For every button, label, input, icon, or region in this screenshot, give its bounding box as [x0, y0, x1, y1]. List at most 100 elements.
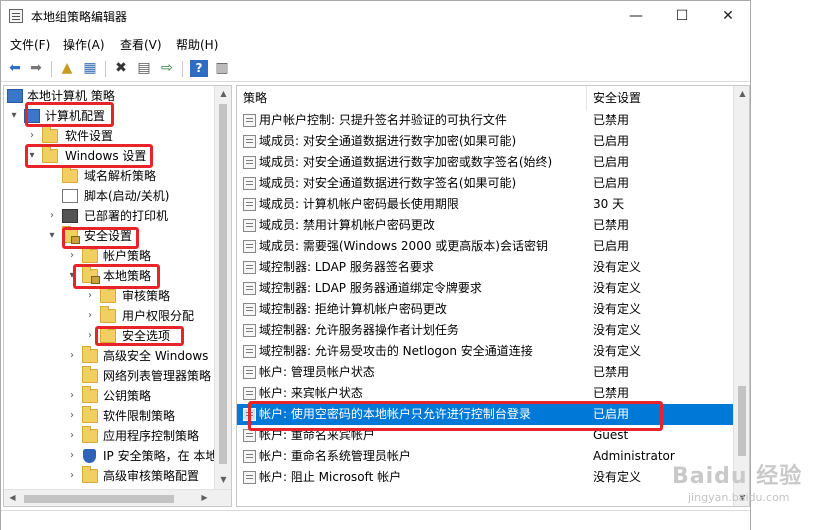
menu-action[interactable]: 操作(A)	[63, 36, 105, 53]
tree-item-label: IP 安全策略，在 本地	[103, 449, 218, 463]
policy-name: 帐户: 重命名系统管理员帐户	[259, 449, 411, 463]
forward-arrow-icon[interactable]: ➡	[27, 60, 45, 77]
policy-row[interactable]: 域控制器: LDAP 服务器通道绑定令牌要求 没有定义	[237, 278, 735, 299]
policy-row[interactable]: 域控制器: 拒绝计算机帐户密码更改 没有定义	[237, 299, 735, 320]
minimize-button[interactable]: —	[613, 1, 659, 31]
policy-row[interactable]: 域控制器: 允许易受攻击的 Netlogon 安全通道连接 没有定义	[237, 341, 735, 362]
policy-name: 帐户: 阻止 Microsoft 帐户	[259, 470, 402, 484]
scroll-up-icon[interactable]: ▲	[215, 86, 231, 102]
chevron-down-icon[interactable]: ▾	[46, 226, 58, 246]
policy-icon	[243, 282, 256, 295]
policy-setting: Guest	[593, 428, 629, 442]
export-list-icon[interactable]: ⇨	[158, 60, 176, 77]
policy-name: 域成员: 对安全通道数据进行数字加密(如果可能)	[259, 134, 517, 148]
policy-row[interactable]: 域成员: 对安全通道数据进行数字签名(如果可能) 已启用	[237, 173, 735, 194]
toolbar: ⬅ ➡ ▲ ▦ ✖ ▤ ⇨ ? ▥	[1, 56, 750, 82]
toolbar-separator	[51, 61, 52, 77]
view-icon[interactable]: ▥	[213, 60, 231, 77]
policy-row[interactable]: 域控制器: 允许服务器操作者计划任务 没有定义	[237, 320, 735, 341]
chevron-down-icon[interactable]: ▾	[26, 146, 38, 166]
policy-row[interactable]: 域成员: 禁用计算机帐户密码更改 已禁用	[237, 215, 735, 236]
policy-icon	[243, 429, 256, 442]
tree-item-label: 域名解析策略	[84, 169, 157, 183]
policy-row[interactable]: 域控制器: LDAP 服务器签名要求 没有定义	[237, 257, 735, 278]
policy-icon	[243, 303, 256, 316]
policy-setting: 没有定义	[593, 344, 642, 358]
tree-horizontal-scrollbar[interactable]: ◀ ▶	[4, 489, 231, 506]
scroll-thumb[interactable]	[24, 495, 174, 503]
policy-row[interactable]: 域成员: 对安全通道数据进行数字加密(如果可能) 已启用	[237, 131, 735, 152]
column-header-policy[interactable]: 策略	[243, 86, 267, 111]
folder-icon	[82, 466, 98, 483]
chevron-right-icon[interactable]: ›	[66, 386, 78, 406]
policy-name: 域成员: 对安全通道数据进行数字签名(如果可能)	[259, 176, 517, 190]
policy-row[interactable]: 帐户: 管理员帐户状态 已禁用	[237, 362, 735, 383]
tree-item-label: 公钥策略	[103, 389, 152, 403]
chevron-right-icon[interactable]: ›	[66, 446, 78, 466]
policy-row[interactable]: 域成员: 需要强(Windows 2000 或更高版本)会话密钥 已启用	[237, 236, 735, 257]
close-button[interactable]: ✕	[705, 1, 751, 31]
chevron-down-icon[interactable]: ▾	[66, 266, 78, 286]
policy-icon	[243, 177, 256, 190]
toolbar-separator	[182, 61, 183, 77]
scroll-left-icon[interactable]: ◀	[4, 490, 21, 506]
policy-name: 域控制器: 允许易受攻击的 Netlogon 安全通道连接	[259, 344, 533, 358]
policy-row[interactable]: 帐户: 重命名来宾帐户 Guest	[237, 425, 735, 446]
properties-icon[interactable]: ▤	[135, 60, 153, 77]
policy-row[interactable]: 域成员: 对安全通道数据进行数字加密或数字签名(始终) 已启用	[237, 152, 735, 173]
scroll-up-icon[interactable]: ▲	[734, 86, 749, 102]
policy-row[interactable]: 帐户: 阻止 Microsoft 帐户 没有定义	[237, 467, 735, 488]
chevron-right-icon[interactable]: ›	[66, 426, 78, 446]
policy-name: 域成员: 计算机帐户密码最长使用期限	[259, 197, 459, 211]
column-divider[interactable]	[586, 86, 587, 111]
scroll-thumb[interactable]	[219, 104, 227, 464]
group-policy-editor-window: 本地组策略编辑器 — ☐ ✕ 文件(F) 操作(A) 查看(V) 帮助(H) ⬅…	[0, 0, 751, 530]
policy-row[interactable]: 帐户: 重命名系统管理员帐户 Administrator	[237, 446, 735, 467]
policy-row[interactable]: 帐户: 来宾帐户状态 已禁用	[237, 383, 735, 404]
help-icon[interactable]: ?	[190, 60, 208, 77]
scroll-down-icon[interactable]: ▼	[215, 472, 231, 488]
list-vertical-scrollbar[interactable]: ▲ ▼	[733, 86, 749, 506]
policy-row[interactable]: 用户帐户控制: 只提升签名并验证的可执行文件 已禁用	[237, 110, 735, 131]
delete-icon[interactable]: ✖	[112, 60, 130, 77]
scroll-right-icon[interactable]: ▶	[196, 490, 213, 506]
policy-row[interactable]: 域成员: 计算机帐户密码最长使用期限 30 天	[237, 194, 735, 215]
tree-item-label: 计算机配置	[45, 109, 106, 123]
up-folder-icon[interactable]: ▲	[58, 60, 76, 77]
policy-row-selected[interactable]: 帐户: 使用空密码的本地帐户只允许进行控制台登录 已启用	[237, 404, 735, 425]
chevron-right-icon[interactable]: ›	[84, 326, 96, 346]
folder-icon	[82, 366, 98, 383]
chevron-right-icon[interactable]: ›	[66, 346, 78, 366]
policy-setting: 已启用	[593, 176, 630, 190]
chevron-right-icon[interactable]: ›	[84, 306, 96, 326]
menu-view[interactable]: 查看(V)	[120, 36, 162, 53]
show-hide-tree-icon[interactable]: ▦	[81, 60, 99, 77]
folder-icon	[82, 266, 100, 284]
back-arrow-icon[interactable]: ⬅	[6, 60, 24, 77]
chevron-right-icon[interactable]: ›	[84, 286, 96, 306]
column-header-setting[interactable]: 安全设置	[593, 86, 641, 111]
security-icon	[62, 226, 80, 244]
shield-icon	[83, 449, 96, 463]
menu-bar: 文件(F) 操作(A) 查看(V) 帮助(H)	[1, 33, 750, 55]
tree-item-label: Windows 设置	[65, 149, 147, 163]
chevron-right-icon[interactable]: ›	[66, 246, 78, 266]
menu-help[interactable]: 帮助(H)	[176, 36, 218, 53]
menu-file[interactable]: 文件(F)	[10, 36, 50, 53]
chevron-right-icon[interactable]: ›	[46, 206, 58, 226]
policy-name: 帐户: 来宾帐户状态	[259, 386, 363, 400]
tree-vertical-scrollbar[interactable]: ▲ ▼	[214, 86, 231, 489]
policy-name: 域成员: 对安全通道数据进行数字加密或数字签名(始终)	[259, 155, 553, 169]
maximize-button[interactable]: ☐	[659, 1, 705, 31]
policy-name: 域控制器: 拒绝计算机帐户密码更改	[259, 302, 447, 316]
policy-name: 帐户: 使用空密码的本地帐户只允许进行控制台登录	[259, 407, 531, 421]
policy-setting: 30 天	[593, 197, 625, 211]
chevron-right-icon[interactable]: ›	[66, 466, 78, 486]
policy-setting: 已启用	[593, 407, 630, 421]
tree-item-label: 本地计算机 策略	[27, 89, 115, 103]
computer-icon	[24, 109, 40, 123]
chevron-right-icon[interactable]: ›	[66, 406, 78, 426]
scroll-thumb[interactable]	[738, 386, 746, 456]
chevron-right-icon[interactable]: ›	[26, 126, 38, 146]
chevron-down-icon[interactable]: ▾	[8, 106, 20, 126]
